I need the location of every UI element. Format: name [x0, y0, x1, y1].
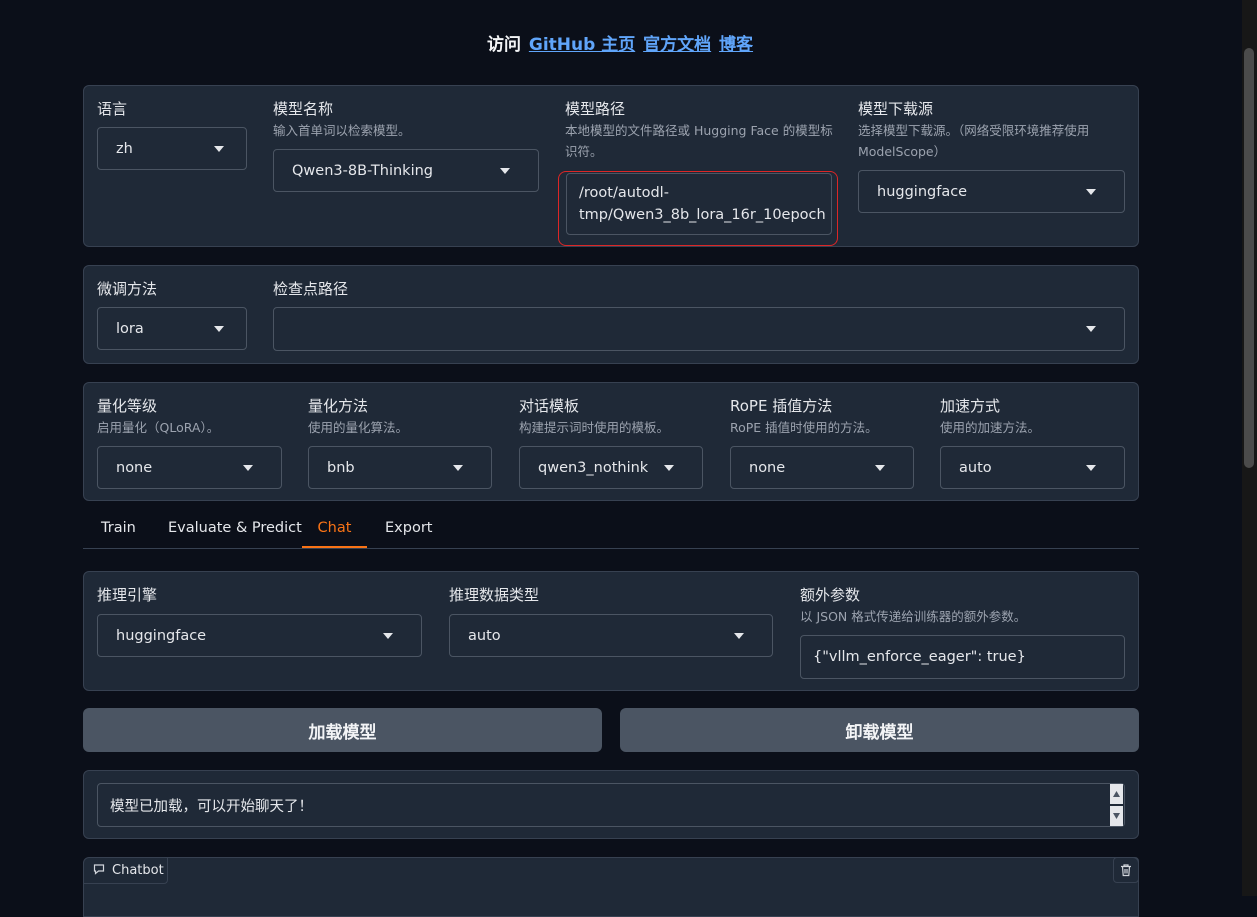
lang-dropdown[interactable]: zh: [97, 127, 247, 170]
model-path-value-line2: tmp/Qwen3_8b_lora_16r_10epoch: [579, 207, 826, 223]
extra-args-value: {"vllm_enforce_eager": true}: [813, 649, 1026, 665]
booster-description: 使用的加速方法。: [940, 420, 1041, 435]
infer-dtype-value: auto: [468, 627, 501, 644]
chevron-down-icon: [1086, 326, 1096, 332]
chevron-down-icon: [1086, 188, 1096, 195]
docs-link[interactable]: 官方文档: [643, 35, 711, 55]
chevron-down-icon: [500, 167, 510, 174]
blog-link[interactable]: 博客: [719, 35, 753, 55]
chat-icon: [93, 863, 105, 879]
rope-dropdown[interactable]: none: [730, 446, 914, 489]
extra-args-label: 额外参数: [800, 586, 861, 604]
quant-bit-description: 启用量化（QLoRA）。: [97, 420, 220, 435]
chevron-down-icon: [214, 145, 224, 152]
model-path-description: 本地模型的文件路径或 Hugging Face 的模型标识符。: [565, 123, 833, 159]
model-name-value: Qwen3-8B-Thinking: [292, 162, 433, 179]
hub-value: huggingface: [877, 183, 968, 200]
chevron-down-icon: [875, 464, 885, 471]
finetune-method-dropdown[interactable]: lora: [97, 307, 247, 350]
quant-bit-dropdown[interactable]: none: [97, 446, 282, 489]
chevron-down-icon: [664, 464, 674, 471]
booster-value: auto: [959, 459, 992, 476]
hub-description: 选择模型下载源。（网络受限环境推荐使用 ModelScope）: [858, 123, 1090, 159]
tab-chat[interactable]: Chat: [302, 520, 367, 548]
chatbot-label: Chatbot: [112, 863, 164, 878]
quant-bit-value: none: [116, 459, 153, 476]
model-name-description: 输入首单词以检索模型。: [273, 123, 411, 138]
booster-label: 加速方式: [940, 397, 1001, 415]
quant-method-label: 量化方法: [308, 397, 369, 415]
unload-model-button[interactable]: 卸载模型: [620, 708, 1139, 752]
lang-label: 语言: [97, 100, 128, 118]
template-dropdown[interactable]: qwen3_nothink: [519, 446, 703, 489]
model-name-dropdown[interactable]: Qwen3-8B-Thinking: [273, 149, 539, 192]
template-value: qwen3_nothink: [538, 459, 649, 476]
checkpoint-label: 检查点路径: [273, 280, 349, 298]
quant-bit-label: 量化等级: [97, 397, 158, 415]
infer-dtype-dropdown[interactable]: auto: [449, 614, 773, 657]
chevron-down-icon: [453, 464, 463, 471]
rope-label: RoPE 插值方法: [730, 397, 833, 415]
trash-icon[interactable]: [1113, 857, 1139, 883]
rope-description: RoPE 插值时使用的方法。: [730, 420, 878, 435]
hub-label: 模型下载源: [858, 100, 934, 118]
rope-value: none: [749, 459, 786, 476]
quant-method-value: bnb: [327, 459, 355, 476]
model-path-value-line1: /root/autodl-: [579, 185, 669, 201]
chevron-down-icon: [1086, 464, 1096, 471]
hub-dropdown[interactable]: huggingface: [858, 170, 1125, 213]
tab-train[interactable]: Train: [101, 520, 136, 548]
template-label: 对话模板: [519, 397, 580, 415]
chevron-down-icon: [383, 632, 393, 639]
finetune-method-value: lora: [116, 320, 144, 337]
quant-method-dropdown[interactable]: bnb: [308, 446, 492, 489]
finetune-method-label: 微调方法: [97, 280, 158, 298]
model-name-label: 模型名称: [273, 100, 334, 118]
extra-args-input[interactable]: {"vllm_enforce_eager": true}: [800, 635, 1125, 679]
quant-method-description: 使用的量化算法。: [308, 420, 409, 435]
info-textbox[interactable]: 模型已加载，可以开始聊天了！: [97, 783, 1125, 827]
booster-dropdown[interactable]: auto: [940, 446, 1125, 489]
scroll-down-icon[interactable]: [1110, 806, 1123, 826]
infer-backend-label: 推理引擎: [97, 586, 158, 604]
github-link[interactable]: GitHub 主页: [529, 35, 635, 55]
scroll-up-icon[interactable]: [1110, 784, 1123, 804]
infer-dtype-label: 推理数据类型: [449, 586, 540, 604]
chevron-down-icon: [243, 464, 253, 471]
chatbot-panel: [83, 857, 1139, 917]
checkpoint-dropdown[interactable]: [273, 307, 1125, 351]
extra-args-description: 以 JSON 格式传递给训练器的额外参数。: [800, 609, 1027, 624]
load-model-button[interactable]: 加载模型: [83, 708, 602, 752]
page-scrollbar-thumb[interactable]: [1244, 48, 1254, 468]
model-path-input[interactable]: /root/autodl- tmp/Qwen3_8b_lora_16r_10ep…: [566, 173, 832, 235]
info-text: 模型已加载，可以开始聊天了！: [110, 798, 313, 815]
chevron-down-icon: [734, 632, 744, 639]
model-path-label: 模型路径: [565, 100, 626, 118]
tab-export[interactable]: Export: [385, 520, 432, 548]
chevron-down-icon: [214, 325, 224, 332]
header-prefix: 访问: [486, 35, 521, 55]
template-description: 构建提示词时使用的模板。: [519, 420, 670, 435]
tab-evaluate-predict[interactable]: Evaluate & Predict: [168, 520, 302, 548]
lang-value: zh: [116, 140, 133, 157]
infer-backend-dropdown[interactable]: huggingface: [97, 614, 422, 657]
header: 访问 GitHub 主页 官方文档 博客: [0, 30, 1240, 55]
infer-backend-value: huggingface: [116, 627, 207, 644]
chatbot-label-badge: Chatbot: [84, 858, 168, 884]
